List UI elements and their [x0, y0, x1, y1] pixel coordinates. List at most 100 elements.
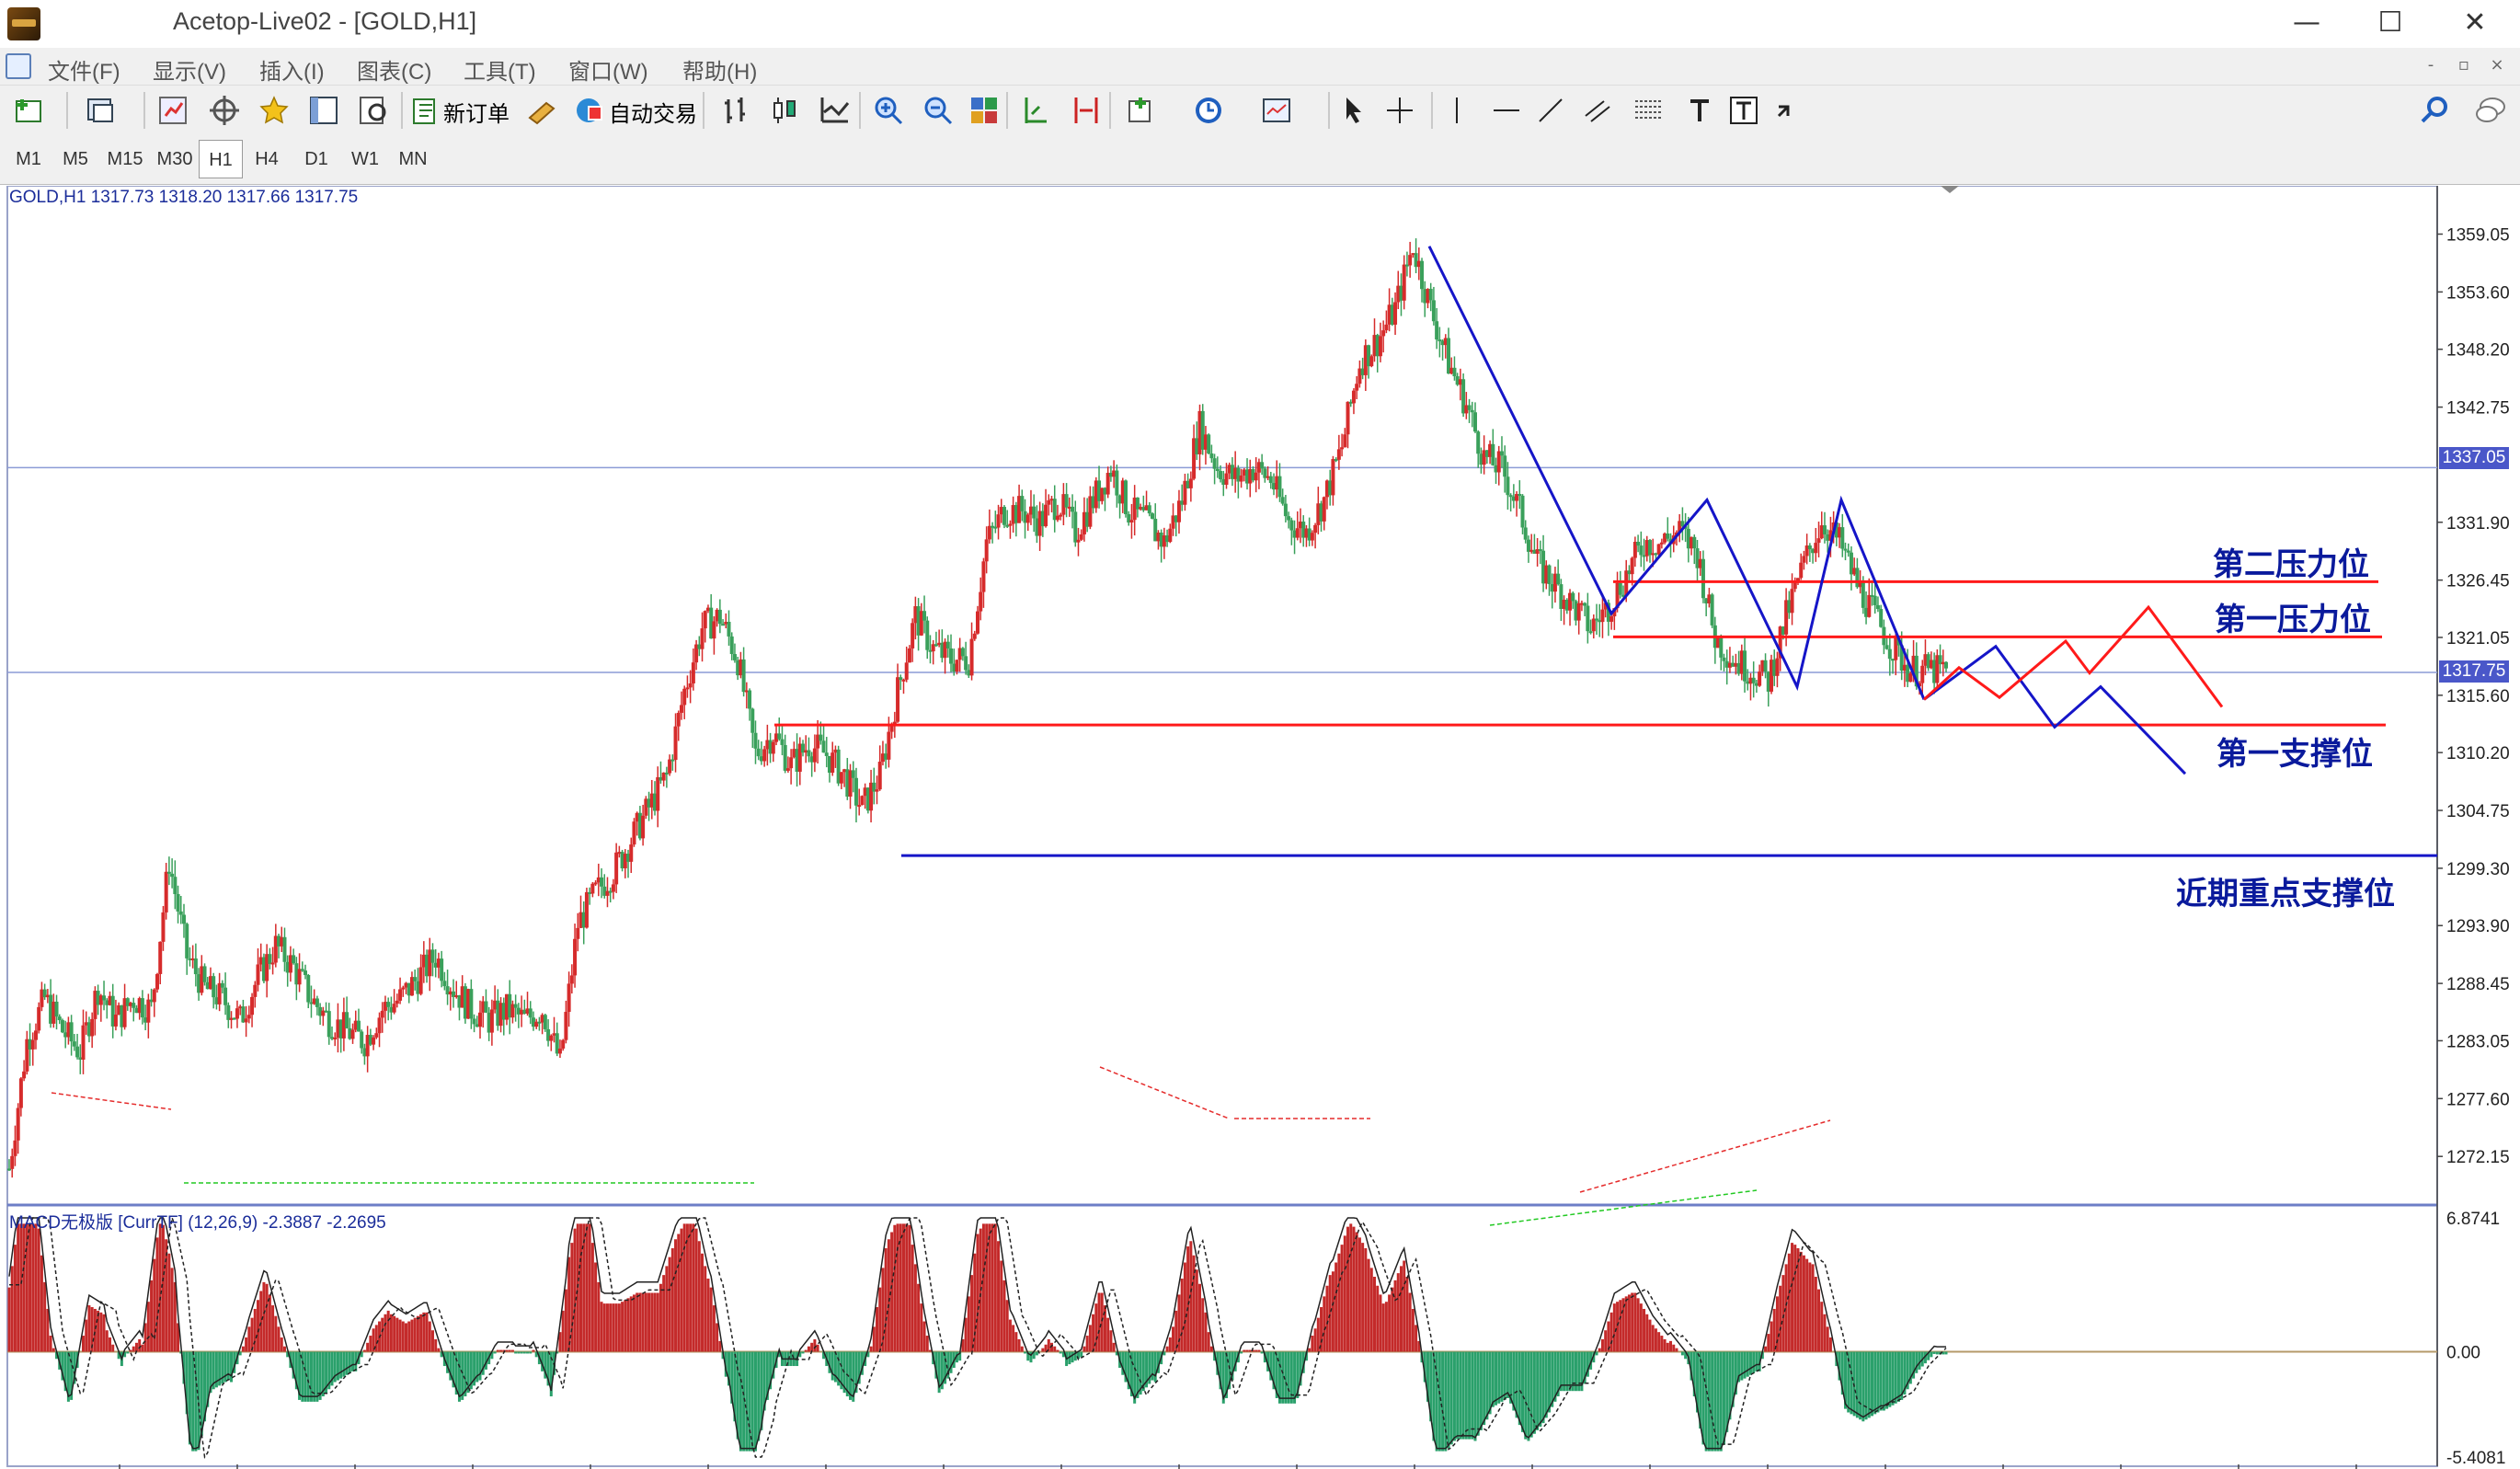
price-chart[interactable]: 1359.05 1353.60 1348.20 1342.75 1331.90 1326.… [0, 186, 2520, 1469]
market-watch-icon[interactable] [153, 90, 193, 131]
candle-body [1520, 495, 1525, 528]
candle-body [1336, 449, 1341, 460]
candle-body [377, 1017, 382, 1034]
macd-tick-label: -5.4081 [2446, 1449, 2505, 1468]
candle-body [1472, 412, 1477, 432]
bar-chart-icon[interactable] [716, 90, 756, 131]
candle-body [901, 679, 906, 682]
candle-body [326, 1011, 331, 1038]
favorites-icon[interactable] [254, 90, 294, 131]
period-h1[interactable]: H1 [199, 140, 243, 178]
strategy-tester-icon[interactable] [353, 90, 394, 131]
period-m30[interactable]: M30 [151, 140, 199, 178]
tile-windows-icon[interactable] [964, 90, 1004, 131]
period-mn[interactable]: MN [390, 140, 436, 178]
navigator-icon[interactable] [204, 90, 245, 131]
period-w1[interactable]: W1 [342, 140, 388, 178]
candle-body [732, 654, 737, 660]
arrows-icon[interactable] [1770, 90, 1810, 131]
indicators-icon[interactable] [1122, 90, 1163, 131]
label-support-1: 第一支撑位 [2216, 736, 2373, 773]
minimize-button[interactable]: — [2264, 0, 2349, 48]
line-chart-icon[interactable] [815, 90, 855, 131]
candle-body [1692, 536, 1697, 549]
candle-body [656, 776, 660, 811]
menu-file[interactable]: 文件(F) [48, 53, 120, 86]
period-d1[interactable]: D1 [292, 140, 340, 178]
candle-body [1861, 581, 1865, 608]
auto-scroll-icon[interactable] [1015, 90, 1056, 131]
templates-icon[interactable] [1256, 90, 1297, 131]
cursor-icon[interactable] [1334, 90, 1374, 131]
candle-body [600, 877, 604, 887]
candle-body [57, 1016, 62, 1021]
candle-body [1656, 544, 1661, 555]
mdi-minimize-button[interactable]: - [2417, 55, 2445, 77]
candle-body [401, 987, 406, 990]
text-icon[interactable] [1679, 90, 1720, 131]
close-button[interactable]: ✕ [2433, 0, 2517, 48]
period-m15[interactable]: M15 [101, 140, 149, 178]
menu-view[interactable]: 显示(V) [153, 53, 226, 86]
crosshair-icon[interactable] [1380, 90, 1420, 131]
new-order-icon[interactable] [405, 90, 445, 131]
terminal-icon[interactable] [304, 90, 344, 131]
search-icon[interactable] [2415, 90, 2456, 131]
candle-body [202, 966, 207, 982]
menu-insert[interactable]: 插入(I) [259, 53, 325, 86]
y-tick-label: 1283.05 [2446, 1032, 2510, 1051]
candle-body [1822, 525, 1827, 534]
candle-body [564, 1012, 568, 1040]
candle-body [960, 648, 965, 657]
metaeditor-icon[interactable] [522, 90, 563, 131]
mdi-close-button[interactable]: × [2483, 55, 2511, 77]
candle-body [996, 514, 1001, 528]
chart-window-icon[interactable] [6, 53, 31, 79]
new-chart-icon[interactable] [9, 90, 50, 131]
profiles-icon[interactable] [81, 90, 121, 131]
period-m1[interactable]: M1 [7, 140, 50, 178]
candlestick-icon[interactable] [765, 90, 806, 131]
vertical-line-icon[interactable] [1437, 90, 1477, 131]
candle-body [185, 924, 189, 958]
menu-charts[interactable]: 图表(C) [357, 53, 431, 86]
candle-body [821, 740, 826, 753]
candle-body [72, 1041, 76, 1047]
candle-body [297, 969, 302, 985]
menu-tools[interactable]: 工具(T) [464, 53, 536, 86]
auto-trading-icon[interactable] [568, 90, 609, 131]
chat-icon[interactable] [2470, 90, 2511, 131]
candle-body [1600, 609, 1605, 623]
candle-body [1079, 534, 1083, 540]
candle-body [292, 955, 296, 964]
maximize-button[interactable]: ☐ [2348, 0, 2433, 48]
period-m5[interactable]: M5 [53, 140, 97, 178]
period-h4[interactable]: H4 [245, 140, 289, 178]
horizontal-line-icon[interactable] [1486, 90, 1527, 131]
candle-body [1556, 573, 1561, 585]
candle-body [113, 1015, 118, 1027]
equidistant-channel-icon[interactable] [1578, 90, 1619, 131]
auto-trading-label[interactable]: 自动交易 [609, 96, 697, 128]
chart-shift-icon[interactable] [1067, 90, 1107, 131]
zoom-out-icon[interactable] [918, 90, 958, 131]
fibonacci-icon[interactable] [1628, 90, 1668, 131]
menu-help[interactable]: 帮助(H) [682, 53, 757, 86]
zoom-in-icon[interactable] [868, 90, 909, 131]
candle-body [173, 877, 178, 894]
candle-body [629, 844, 634, 862]
candle-body [1207, 434, 1211, 453]
candle-body [1944, 661, 1948, 669]
trendline-icon[interactable] [1530, 90, 1571, 131]
menu-window[interactable]: 窗口(W) [568, 53, 648, 86]
candle-body [1814, 543, 1818, 554]
candle-body [30, 1039, 35, 1050]
candle-body [18, 1078, 23, 1108]
candle-body [155, 973, 160, 990]
new-order-label[interactable]: 新订单 [443, 96, 510, 128]
mdi-restore-button[interactable]: ▫ [2450, 55, 2478, 77]
text-label-icon[interactable] [1724, 90, 1764, 131]
candle-body [679, 705, 683, 713]
candle-body [1571, 592, 1575, 602]
periods-icon[interactable] [1188, 90, 1229, 131]
